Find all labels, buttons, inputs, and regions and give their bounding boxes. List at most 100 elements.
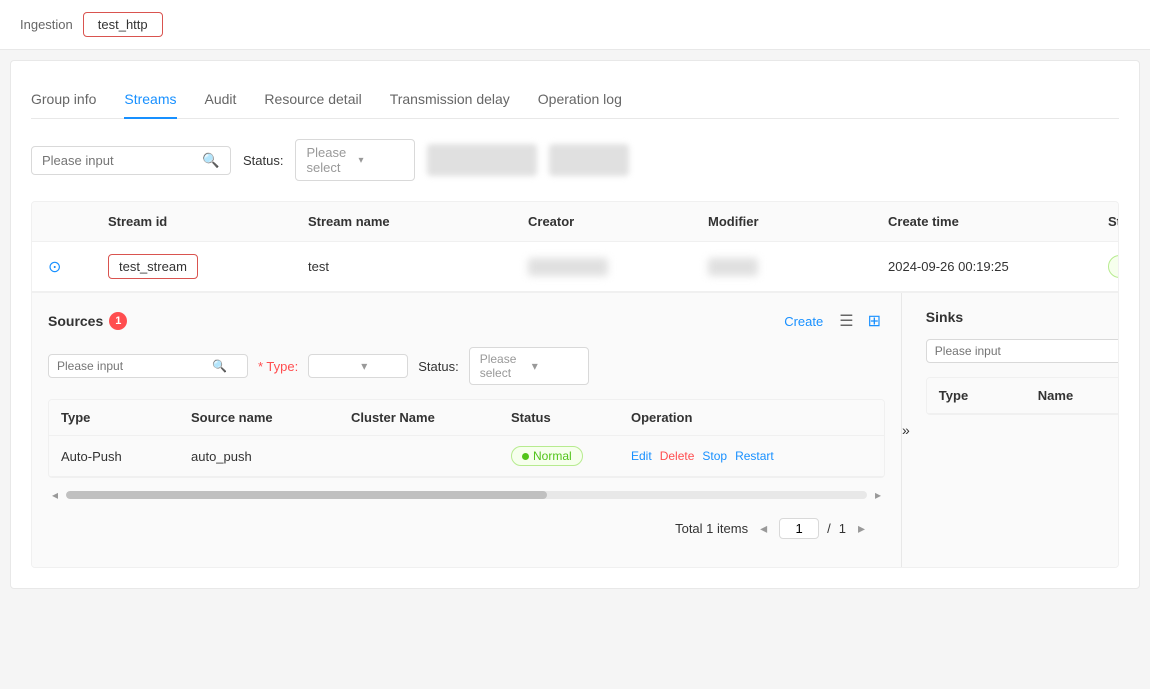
sources-pagination: Total 1 items ◂ / 1 ▸	[48, 506, 885, 551]
th-stream-id: Stream id	[92, 202, 292, 241]
action-btn-1[interactable]	[427, 144, 537, 176]
action-btn-2[interactable]	[549, 144, 629, 176]
grid-view-icon[interactable]: ⊞	[864, 309, 885, 333]
table-header-row: Stream id Stream name Creator Modifier C…	[32, 202, 1118, 242]
filter-row: 🔍 Status: Please select ▾	[31, 139, 1119, 181]
status-select[interactable]: Please select ▾	[295, 139, 415, 181]
modifier-cell	[692, 246, 872, 288]
sources-sub-table: Type Source name Cluster Name Status Ope…	[48, 399, 885, 478]
th-creator: Creator	[512, 202, 692, 241]
view-icons: ☰ ⊞	[835, 309, 885, 333]
tab-operation-log[interactable]: Operation log	[538, 81, 622, 119]
next-page-arrow[interactable]: ▸	[854, 520, 869, 537]
status-normal-badge: Normal	[511, 446, 583, 466]
creator-blurred	[528, 258, 608, 276]
main-search-icon[interactable]: 🔍	[202, 152, 219, 169]
scroll-right-arrow[interactable]: ▸	[871, 488, 885, 502]
sinks-search-input[interactable]	[935, 344, 1090, 358]
sources-filter-row: 🔍 * Type: ▾ Status: Please select ▾	[48, 347, 885, 385]
sources-row-type: Auto-Push	[49, 439, 179, 474]
sources-create-link[interactable]: Create	[784, 314, 823, 329]
sources-status-value: Please select	[480, 352, 526, 380]
horizontal-scrollbar[interactable]: ◂ ▸	[48, 484, 885, 506]
page-input[interactable]	[779, 518, 819, 539]
type-select-arrow: ▾	[361, 359, 397, 373]
scroll-thumb	[66, 491, 547, 499]
prev-page-arrow[interactable]: ◂	[756, 520, 771, 537]
sources-search-icon[interactable]: 🔍	[212, 359, 227, 373]
scroll-left-arrow[interactable]: ◂	[48, 488, 62, 502]
edit-link[interactable]: Edit	[631, 449, 652, 463]
sources-th-type: Type	[49, 400, 179, 435]
sinks-panel: Sinks Type Name	[910, 293, 1119, 567]
tab-group-info[interactable]: Group info	[31, 81, 96, 119]
sources-search-wrap[interactable]: 🔍	[48, 354, 248, 378]
status-filter-label: Status:	[243, 153, 283, 168]
status-select-value: Please select	[306, 145, 352, 175]
th-modifier: Modifier	[692, 202, 872, 241]
sources-search-input[interactable]	[57, 359, 212, 373]
delete-link[interactable]: Delete	[660, 449, 695, 463]
expand-panels-icon[interactable]: »	[902, 422, 910, 438]
sinks-th-name: Name	[1026, 378, 1119, 413]
sources-th-status: Status	[499, 400, 619, 435]
breadcrumb-parent: Ingestion	[20, 17, 73, 32]
expand-cell[interactable]: ⊙	[32, 245, 92, 289]
sinks-table-header: Type Name	[927, 378, 1119, 414]
type-required-label: * Type:	[258, 359, 298, 374]
sources-status-select[interactable]: Please select ▾	[469, 347, 589, 385]
sources-table-header: Type Source name Cluster Name Status Ope…	[49, 400, 884, 436]
th-status: Status	[1092, 202, 1119, 241]
sinks-title: Sinks	[926, 309, 963, 325]
list-view-icon[interactable]: ☰	[835, 309, 857, 333]
restart-link[interactable]: Restart	[735, 449, 774, 463]
th-expand	[32, 202, 92, 241]
status-cell: Success	[1092, 243, 1119, 290]
type-select[interactable]: ▾	[308, 354, 408, 378]
stop-link[interactable]: Stop	[702, 449, 727, 463]
total-pages: 1	[839, 521, 846, 536]
sources-th-operation: Operation	[619, 400, 819, 435]
status-select-arrow: ▾	[358, 155, 404, 166]
th-create-time: Create time	[872, 202, 1092, 241]
pagination-total: Total 1 items	[675, 521, 748, 536]
sources-badge: 1	[109, 312, 127, 330]
sources-sinks-row: Sources 1 Create ☰ ⊞	[32, 293, 1118, 567]
sinks-title-text: Sinks	[926, 309, 963, 325]
tab-resource-detail[interactable]: Resource detail	[264, 81, 361, 119]
main-content: Group info Streams Audit Resource detail…	[10, 60, 1140, 589]
status-success-badge: Success	[1108, 255, 1119, 278]
sinks-panel-header: Sinks	[926, 309, 1119, 325]
breadcrumb-tab[interactable]: test_http	[83, 12, 163, 37]
sources-row-name: auto_push	[179, 439, 339, 474]
sources-panel: Sources 1 Create ☰ ⊞	[32, 293, 902, 567]
tab-bar: Group info Streams Audit Resource detail…	[31, 81, 1119, 119]
status-normal-label: Normal	[533, 449, 572, 463]
sources-status-label: Status:	[418, 359, 458, 374]
create-time-cell: 2024-09-26 00:19:25	[872, 247, 1092, 286]
tab-streams[interactable]: Streams	[124, 81, 176, 119]
normal-dot-icon	[522, 453, 529, 460]
sinks-search-wrap[interactable]	[926, 339, 1119, 363]
sources-title: Sources 1	[48, 312, 127, 330]
sinks-table: Type Name	[926, 377, 1119, 415]
stream-id-value[interactable]: test_stream	[108, 254, 198, 279]
expand-icon[interactable]: ⊙	[48, 259, 61, 276]
sources-th-cluster: Cluster Name	[339, 400, 499, 435]
tab-transmission-delay[interactable]: Transmission delay	[390, 81, 510, 119]
sources-status-arrow: ▾	[532, 359, 578, 373]
sources-row-operations: Edit Delete Stop Restart	[619, 439, 819, 473]
expand-arrow-col[interactable]: »	[902, 293, 910, 567]
sinks-th-type: Type	[927, 378, 1026, 413]
sources-title-text: Sources	[48, 313, 103, 329]
scroll-track[interactable]	[66, 491, 867, 499]
page-separator: /	[827, 521, 831, 536]
sources-panel-header: Sources 1 Create ☰ ⊞	[48, 309, 885, 333]
modifier-blurred	[708, 258, 758, 276]
main-search-wrap[interactable]: 🔍	[31, 146, 231, 175]
sources-row-status: Normal	[499, 436, 619, 476]
stream-id-cell[interactable]: test_stream	[92, 242, 292, 291]
sources-row-cluster	[339, 446, 499, 466]
tab-audit[interactable]: Audit	[205, 81, 237, 119]
main-search-input[interactable]	[42, 153, 202, 168]
